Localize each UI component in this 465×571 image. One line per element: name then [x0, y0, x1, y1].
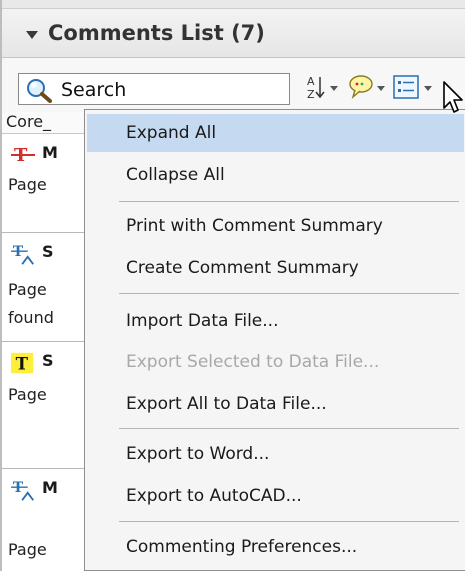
menu-item-collapse-all[interactable]: Collapse All [87, 156, 464, 194]
panel-top-edge [2, 0, 465, 9]
options-dropdown-menu: Expand All Collapse All Print with Comme… [84, 109, 465, 571]
svg-text:Z: Z [307, 88, 315, 101]
comment-author: S [42, 351, 54, 370]
filter-label: Core_ [2, 112, 88, 134]
comments-list-header[interactable]: Comments List (7) [2, 9, 465, 58]
comment-item[interactable]: T M Page [2, 470, 84, 571]
menu-separator [119, 293, 459, 294]
menu-item-print-with-comment-summary[interactable]: Print with Comment Summary [87, 207, 464, 245]
svg-text:T: T [16, 353, 29, 373]
comment-author: M [42, 478, 58, 497]
replace-text-icon: T [11, 244, 34, 265]
comment-text-line: Page [8, 540, 47, 559]
comment-text-line: Page [8, 175, 47, 194]
menu-item-export-all-to-data-file[interactable]: Export All to Data File... [87, 385, 464, 423]
menu-item-export-selected-to-data-file: Export Selected to Data File... [126, 352, 380, 372]
strikethrough-icon: T [11, 145, 35, 166]
options-menu-icon [393, 75, 432, 99]
comment-text-line: Page [8, 280, 47, 299]
search-input[interactable] [59, 77, 283, 103]
menu-item-export-to-autocad[interactable]: Export to AutoCAD... [87, 477, 464, 515]
menu-separator [119, 521, 459, 522]
comment-author: M [42, 143, 58, 162]
filter-comments-icon [349, 75, 385, 100]
comments-panel: Comments List (7) A Z [0, 0, 465, 571]
menu-item-import-data-file[interactable]: Import Data File... [87, 302, 464, 340]
menu-item-expand-all[interactable]: Expand All [87, 114, 464, 152]
search-icon [27, 79, 52, 103]
comment-text-line: Page [8, 385, 47, 404]
menu-item-export-to-word[interactable]: Export to Word... [87, 435, 464, 473]
menu-separator [119, 428, 459, 429]
search-box[interactable] [18, 73, 290, 105]
comment-author: S [42, 242, 54, 261]
filter-button[interactable] [347, 72, 389, 102]
menu-item-create-comment-summary[interactable]: Create Comment Summary [87, 249, 464, 287]
comment-item[interactable]: T S Page [2, 343, 84, 469]
panel-title: Comments List (7) [48, 21, 265, 45]
comments-toolbar: A Z [2, 58, 465, 113]
comment-item[interactable]: T M Page [2, 135, 84, 233]
mouse-cursor-icon [443, 81, 463, 113]
sort-az-icon: A Z [307, 75, 338, 101]
text-highlight-icon: T [11, 352, 34, 373]
svg-text:A: A [307, 75, 315, 88]
replace-text-icon: T [11, 480, 34, 501]
collapse-triangle-icon[interactable] [26, 31, 38, 39]
sort-button[interactable]: A Z [304, 72, 342, 102]
comment-text-line: found [8, 308, 54, 327]
options-button[interactable] [392, 72, 436, 102]
menu-item-commenting-preferences[interactable]: Commenting Preferences... [87, 528, 464, 566]
menu-separator [119, 201, 459, 202]
comment-item[interactable]: T S Page found [2, 234, 84, 342]
